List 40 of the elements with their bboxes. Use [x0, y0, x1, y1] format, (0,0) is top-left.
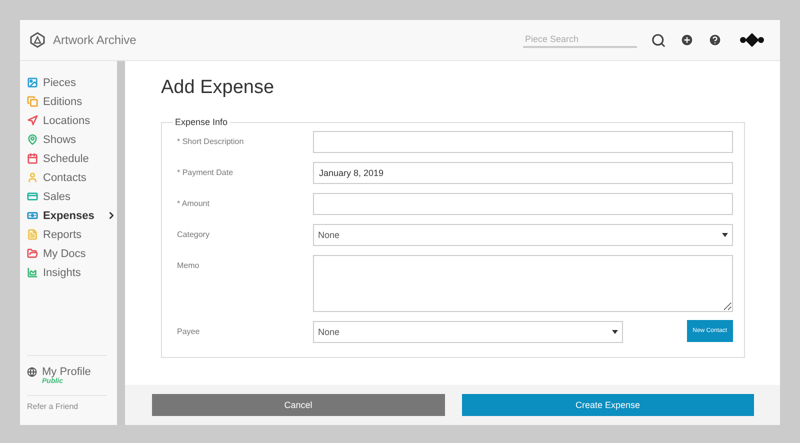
cancel-button[interactable]: Cancel — [152, 394, 444, 416]
help-icon[interactable] — [708, 33, 722, 47]
create-expense-button[interactable]: Create Expense — [462, 394, 754, 416]
select-field[interactable]: None — [313, 321, 623, 343]
brand-name[interactable]: Artwork Archive — [53, 33, 136, 47]
field-label: Payee — [177, 326, 201, 336]
input-field[interactable]: January 8, 2019 — [313, 162, 733, 184]
field-label: * Payment Date — [177, 167, 234, 177]
field-label: Category — [177, 229, 210, 239]
sidebar-item[interactable]: Contacts — [27, 168, 117, 187]
dropdown-caret-icon — [722, 233, 728, 237]
logo-icon — [30, 32, 45, 48]
sidebar-item[interactable]: Editions — [27, 92, 117, 111]
sidebar-item[interactable]: Pieces — [27, 73, 117, 92]
sidebar-item[interactable]: Schedule — [27, 149, 117, 168]
avatar-icon[interactable] — [740, 33, 764, 47]
scrollbar[interactable] — [117, 61, 125, 425]
sidebar-item[interactable]: Insights — [27, 263, 117, 282]
dropdown-caret-icon — [612, 330, 618, 334]
sidebar-item[interactable]: Sales — [27, 187, 117, 206]
profile-link[interactable]: My Profile — [27, 356, 117, 378]
field-label: * Short Description — [177, 136, 245, 146]
add-icon[interactable] — [680, 33, 694, 47]
input-field[interactable] — [313, 131, 733, 153]
input-field[interactable] — [313, 193, 733, 215]
globe-icon — [27, 367, 37, 377]
page-title: Add Expense — [161, 77, 276, 99]
search-icon[interactable] — [651, 32, 666, 48]
sidebar-item[interactable]: Expenses — [27, 206, 117, 225]
sidebar-item[interactable]: My Docs — [27, 244, 117, 263]
section-legend: Expense Info — [173, 117, 230, 127]
sidebar-item[interactable]: Locations — [27, 111, 117, 130]
search-field[interactable]: Piece Search — [523, 32, 637, 48]
field-label: Memo — [177, 260, 200, 270]
sidebar-item[interactable]: Shows — [27, 130, 117, 149]
select-field[interactable]: None — [313, 224, 733, 246]
sidebar-link[interactable]: Refer a Friend — [27, 396, 117, 425]
memo-field[interactable] — [313, 255, 733, 312]
sidebar-item[interactable]: Reports — [27, 225, 117, 244]
field-label: * Amount — [177, 198, 210, 208]
